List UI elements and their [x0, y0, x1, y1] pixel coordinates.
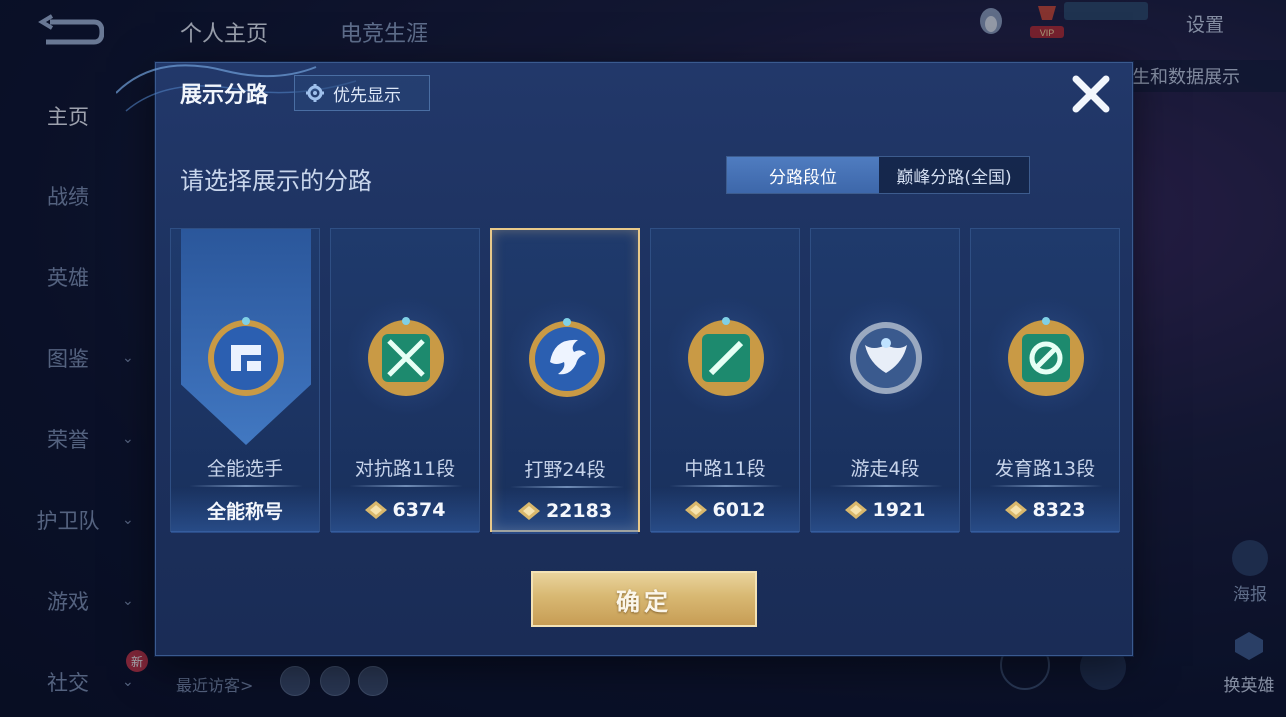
- lane-card-name: 发育路13段: [994, 458, 1096, 480]
- lane-card-allround[interactable]: 全能选手 全能称号: [170, 228, 320, 533]
- lane-card-name: 全能选手: [206, 458, 283, 480]
- lane-score: 22183: [545, 500, 613, 522]
- card-footer: 6012: [651, 491, 799, 529]
- jungle-badge-icon: [529, 318, 605, 397]
- confirm-button[interactable]: 确定: [531, 571, 757, 627]
- allround-title-label: 全能称号: [206, 500, 283, 523]
- power-icon: [1004, 501, 1027, 519]
- lane-card-name: 打野24段: [524, 459, 606, 481]
- priority-display-label: 优先显示: [333, 85, 401, 106]
- lane-display-dialog: 展示分路 优先显示 请选择展示的分路 分路段位 巅峰分路(全国) 全能选手 全能…: [116, 62, 1133, 656]
- tab-peak-lane-national[interactable]: 巅峰分路(全国): [879, 157, 1029, 193]
- card-footer: 8323: [971, 491, 1119, 529]
- power-icon: [844, 501, 867, 519]
- lane-card-name: 游走4段: [850, 458, 920, 480]
- card-divider: [829, 485, 943, 487]
- lane-mode-segmented-control: 分路段位 巅峰分路(全国): [726, 156, 1030, 194]
- priority-display-button[interactable]: 优先显示: [294, 75, 430, 111]
- power-icon: [517, 502, 540, 520]
- card-divider: [669, 485, 783, 487]
- lane-card-name: 对抗路11段: [354, 458, 456, 480]
- lane-score: 1921: [872, 499, 926, 521]
- lane-score: 6012: [712, 499, 766, 521]
- roam-badge-icon: [850, 322, 922, 394]
- card-footer: 6374: [331, 491, 479, 529]
- gear-icon: [306, 84, 324, 102]
- select-lane-prompt: 请选择展示的分路: [180, 167, 372, 195]
- card-divider: [189, 485, 303, 487]
- farm-lane-badge-icon: [1008, 317, 1084, 396]
- card-divider: [989, 485, 1103, 487]
- lane-card-name: 中路11段: [684, 458, 766, 480]
- clash-lane-badge-icon: [368, 317, 444, 396]
- power-icon: [684, 501, 707, 519]
- lane-card-clash[interactable]: 对抗路11段 6374: [330, 228, 480, 533]
- card-footer: 22183: [492, 492, 638, 530]
- card-divider: [510, 486, 624, 488]
- tab-lane-rank[interactable]: 分路段位: [727, 157, 879, 193]
- lane-card-jungle[interactable]: 打野24段 22183: [490, 228, 640, 534]
- card-divider: [349, 485, 463, 487]
- lane-score: 6374: [392, 499, 446, 521]
- dialog-title: 展示分路: [180, 83, 269, 108]
- close-icon[interactable]: [1068, 71, 1114, 117]
- lane-score: 8323: [1032, 499, 1086, 521]
- lane-card-roam[interactable]: 游走4段 1921: [810, 228, 960, 533]
- power-icon: [364, 501, 387, 519]
- card-footer: 全能称号: [171, 491, 319, 529]
- lane-card-mid[interactable]: 中路11段 6012: [650, 228, 800, 533]
- allround-badge-icon: [208, 317, 284, 396]
- lane-card-farm[interactable]: 发育路13段 8323: [970, 228, 1120, 533]
- mid-lane-badge-icon: [688, 317, 764, 396]
- card-footer: 1921: [811, 491, 959, 529]
